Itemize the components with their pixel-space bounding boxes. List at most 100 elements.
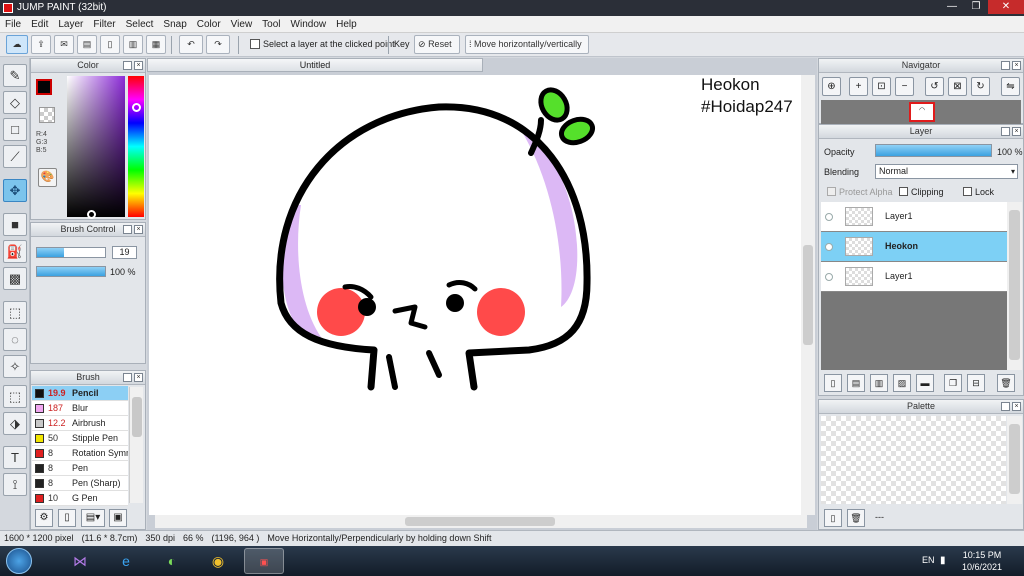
redo-icon[interactable]: ↷ <box>206 35 230 54</box>
lasso-icon[interactable]: ◌ <box>3 328 27 351</box>
panel-float-icon[interactable] <box>1001 61 1010 70</box>
scrollbar-thumb[interactable] <box>1009 210 1020 360</box>
layer-row[interactable]: Layer1 <box>821 262 1007 292</box>
visibility-eye-icon[interactable] <box>825 273 833 281</box>
scrollbar-thumb[interactable] <box>405 517 555 526</box>
brush-item-airbrush[interactable]: 12.2 Airbrush <box>32 416 128 431</box>
input-language[interactable]: EN <box>922 555 935 565</box>
brush-item-pencil[interactable]: 19.9 Pencil <box>32 386 128 401</box>
move-hv-button[interactable]: ⁞ Move horizontally/vertically <box>465 35 589 54</box>
cloud-icon[interactable]: ☁ <box>6 35 28 54</box>
rotate-right-icon[interactable]: ↻ <box>971 77 990 96</box>
brush-item-pen[interactable]: 8 Pen <box>32 461 128 476</box>
sv-picker-knob[interactable] <box>87 210 96 219</box>
grid-icon[interactable]: ▦ <box>146 35 166 54</box>
saturation-value-picker[interactable] <box>67 76 125 217</box>
visibility-eye-icon[interactable] <box>825 213 833 221</box>
panel-close-icon[interactable]: × <box>1012 61 1021 70</box>
panel-float-icon[interactable] <box>123 225 132 234</box>
brush-opacity-slider[interactable] <box>36 266 106 277</box>
panel-close-icon[interactable]: × <box>134 61 143 70</box>
panel-float-icon[interactable] <box>123 373 132 382</box>
palette-swatch-area[interactable] <box>821 416 1006 504</box>
select-eraser-icon[interactable]: ⬗ <box>3 412 27 435</box>
menu-file[interactable]: File <box>0 16 26 33</box>
color-palette-icon[interactable]: 🎨 <box>38 168 57 187</box>
drawing-canvas[interactable]: Heokon #Hoidap247 <box>149 75 801 515</box>
panel-float-icon[interactable] <box>1001 127 1010 136</box>
protect-alpha-checkbox[interactable]: Protect Alpha <box>827 187 893 197</box>
menu-layer[interactable]: Layer <box>53 16 88 33</box>
visibility-eye-icon[interactable] <box>825 243 833 251</box>
navigator-preview[interactable]: ◠ <box>821 100 1021 124</box>
new-palette-icon[interactable]: ▯ <box>824 509 842 527</box>
undo-icon[interactable]: ↶ <box>179 35 203 54</box>
panel-close-icon[interactable]: × <box>134 225 143 234</box>
layer-list-scrollbar[interactable] <box>1007 202 1022 370</box>
panel-float-icon[interactable] <box>1001 402 1010 411</box>
page-icon[interactable]: ▯ <box>100 35 120 54</box>
start-button[interactable] <box>6 548 32 574</box>
chrome-icon[interactable]: ◉ <box>198 548 238 574</box>
new-text-layer-icon[interactable]: ▥ <box>870 374 888 392</box>
zoom-in-icon[interactable]: + <box>849 77 868 96</box>
merge-layer-icon[interactable]: ⊟ <box>967 374 985 392</box>
menu-filter[interactable]: Filter <box>88 16 120 33</box>
layer-row[interactable]: Layer1 <box>821 202 1007 232</box>
text-tool-icon[interactable]: T <box>3 446 27 469</box>
document-tab[interactable]: Untitled <box>147 58 483 72</box>
scrollbar-thumb[interactable] <box>803 245 813 345</box>
eraser-tool-icon[interactable]: ◇ <box>3 91 27 114</box>
minimize-button[interactable]: — <box>940 0 964 14</box>
canvas-horizontal-scrollbar[interactable] <box>155 515 807 528</box>
brush-item-pen-sharp[interactable]: 8 Pen (Sharp) <box>32 476 128 491</box>
rect-tool-icon[interactable]: □ <box>3 118 27 141</box>
zoom-out-icon[interactable]: − <box>895 77 914 96</box>
magic-wand-icon[interactable]: ✧ <box>3 355 27 378</box>
brush-item-g-pen[interactable]: 10 G Pen <box>32 491 128 506</box>
new-brush-icon[interactable]: ▯ <box>58 509 76 527</box>
duplicate-layer-icon[interactable]: ❐ <box>944 374 962 392</box>
select-layer-checkbox[interactable] <box>250 39 260 49</box>
brush-menu-icon[interactable]: ▤▾ <box>81 509 105 527</box>
menu-edit[interactable]: Edit <box>26 16 53 33</box>
internet-explorer-icon[interactable]: e <box>106 548 146 574</box>
brush-item-stipple-pen[interactable]: 50 Stipple Pen <box>32 431 128 446</box>
document-icon[interactable]: ▥ <box>123 35 143 54</box>
menu-window[interactable]: Window <box>286 16 332 33</box>
fit-window-icon[interactable]: ⊡ <box>872 77 891 96</box>
layer-opacity-slider[interactable] <box>875 144 992 157</box>
reset-button[interactable]: ⊘ Reset <box>414 35 460 54</box>
menu-view[interactable]: View <box>226 16 258 33</box>
rotate-left-icon[interactable]: ↺ <box>925 77 944 96</box>
transparent-color-swatch[interactable] <box>39 107 55 123</box>
delete-layer-icon[interactable]: 🗑 <box>997 374 1015 392</box>
fill-rect-tool-icon[interactable]: ■ <box>3 213 27 236</box>
lock-checkbox[interactable]: Lock <box>963 187 994 197</box>
menu-help[interactable]: Help <box>331 16 362 33</box>
maximize-button[interactable]: ❐ <box>964 0 988 14</box>
visual-studio-icon[interactable]: ⋈ <box>60 548 100 574</box>
coccoc-browser-icon[interactable]: ◐ <box>152 548 192 574</box>
brush-item-rotation-symmetry[interactable]: 8 Rotation Symmetry <box>32 446 128 461</box>
move-tool-icon[interactable]: ✥ <box>3 179 27 202</box>
close-button[interactable]: ✕ <box>988 0 1024 14</box>
brush-settings-icon[interactable]: ⚙ <box>35 509 53 527</box>
select-rect-icon[interactable]: ⬚ <box>3 301 27 324</box>
line-tool-icon[interactable]: ⟋ <box>3 145 27 168</box>
hue-slider[interactable] <box>128 76 144 217</box>
bucket-tool-icon[interactable]: ⛽ <box>3 240 27 263</box>
brush-list-scrollbar[interactable] <box>129 387 143 503</box>
new-layer-icon[interactable]: ▯ <box>824 374 842 392</box>
comment-icon[interactable]: ✉ <box>54 35 74 54</box>
jump-paint-taskbar-icon[interactable]: ▣ <box>244 548 284 574</box>
menu-snap[interactable]: Snap <box>158 16 191 33</box>
panel-close-icon[interactable]: × <box>134 373 143 382</box>
zoom-fit-icon[interactable]: ⊕ <box>822 77 841 96</box>
gradient-tool-icon[interactable]: ▩ <box>3 267 27 290</box>
panel-close-icon[interactable]: × <box>1012 127 1021 136</box>
brush-item-blur[interactable]: 187 Blur <box>32 401 128 416</box>
blending-select[interactable]: Normal ▾ <box>875 164 1018 179</box>
new-tone-layer-icon[interactable]: ▨ <box>893 374 911 392</box>
export-icon[interactable]: ⇪ <box>31 35 51 54</box>
